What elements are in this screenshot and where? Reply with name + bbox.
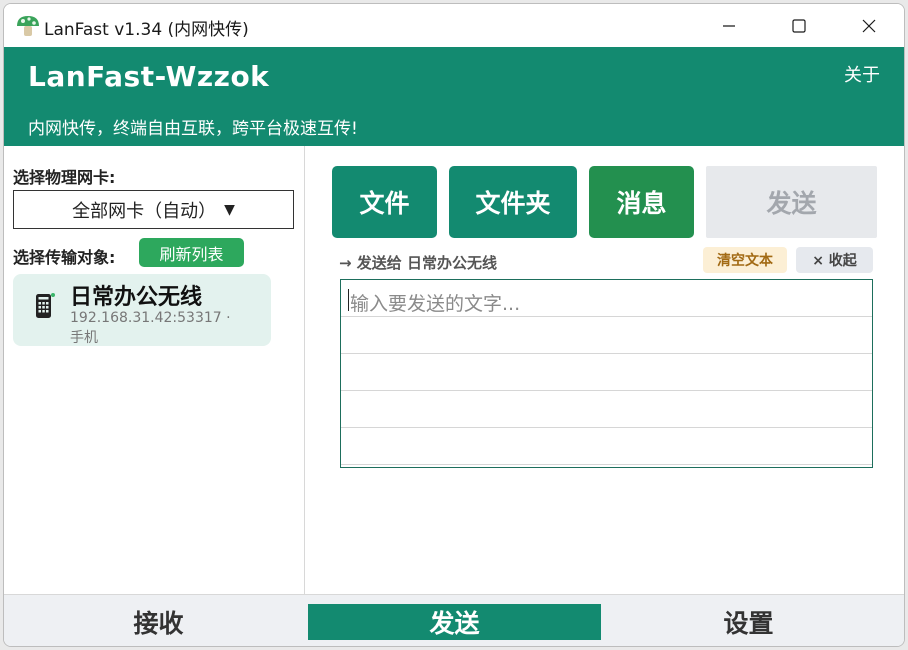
device-list-item[interactable]: 日常办公无线 192.168.31.42:53317 · 手机 (13, 274, 271, 346)
device-type: 手机 (70, 330, 98, 346)
folder-tab-button[interactable]: 文件夹 (449, 166, 577, 238)
about-link[interactable]: 关于 (844, 61, 880, 87)
maximize-icon (792, 18, 806, 33)
message-input-placeholder: 输入要发送的文字... (350, 293, 521, 315)
send-button[interactable]: 发送 (706, 166, 877, 238)
nic-select[interactable]: 全部网卡（自动） ▼ (13, 190, 294, 229)
app-header: LanFast-Wzzok 内网快传，终端自由互联，跨平台极速互传! 关于 (4, 47, 904, 146)
message-tab-button[interactable]: 消息 (589, 166, 694, 238)
collapse-button[interactable]: × 收起 (796, 247, 873, 273)
minimize-button[interactable] (694, 4, 764, 47)
title-bar[interactable]: LanFast v1.34 (内网快传) (4, 4, 904, 47)
app-window: LanFast v1.34 (内网快传) LanFast-Wzzok 内网快传，… (3, 3, 905, 647)
text-caret (348, 289, 349, 311)
mobile-phone-icon (36, 293, 55, 318)
nic-label: 选择物理网卡: (13, 168, 116, 187)
refresh-list-button[interactable]: 刷新列表 (139, 238, 244, 267)
app-subtitle: 内网快传，终端自由互联，跨平台极速互传! (28, 119, 358, 139)
nic-select-value: 全部网卡（自动） (72, 200, 217, 222)
mushroom-app-icon (17, 16, 39, 36)
clear-text-button[interactable]: 清空文本 (703, 247, 787, 273)
right-panel: 文件 文件夹 消息 发送 → 发送给 日常办公无线 清空文本 × 收起 输入要发… (306, 146, 904, 594)
tab-settings[interactable]: 设置 (602, 604, 895, 640)
dropdown-arrow-icon: ▼ (224, 201, 235, 218)
target-label: 选择传输对象: (13, 248, 116, 267)
device-address: 192.168.31.42:53317 · (70, 310, 231, 326)
minimize-icon (723, 24, 735, 27)
close-icon (862, 19, 876, 32)
device-name: 日常办公无线 (70, 285, 203, 310)
send-to-label: → 发送给 日常办公无线 (339, 254, 498, 272)
tab-receive[interactable]: 接收 (12, 604, 305, 640)
app-title: LanFast-Wzzok (28, 60, 270, 93)
close-button[interactable] (834, 4, 904, 47)
file-tab-button[interactable]: 文件 (332, 166, 437, 238)
tab-send[interactable]: 发送 (308, 604, 601, 640)
left-panel: 选择物理网卡: 全部网卡（自动） ▼ 选择传输对象: 刷新列表 日常办公无线 1… (4, 146, 305, 594)
bottom-tab-bar: 接收 发送 设置 (4, 594, 904, 646)
window-title: LanFast v1.34 (内网快传) (44, 20, 249, 40)
message-text-input[interactable]: 输入要发送的文字... (340, 279, 873, 468)
maximize-button[interactable] (764, 4, 834, 47)
